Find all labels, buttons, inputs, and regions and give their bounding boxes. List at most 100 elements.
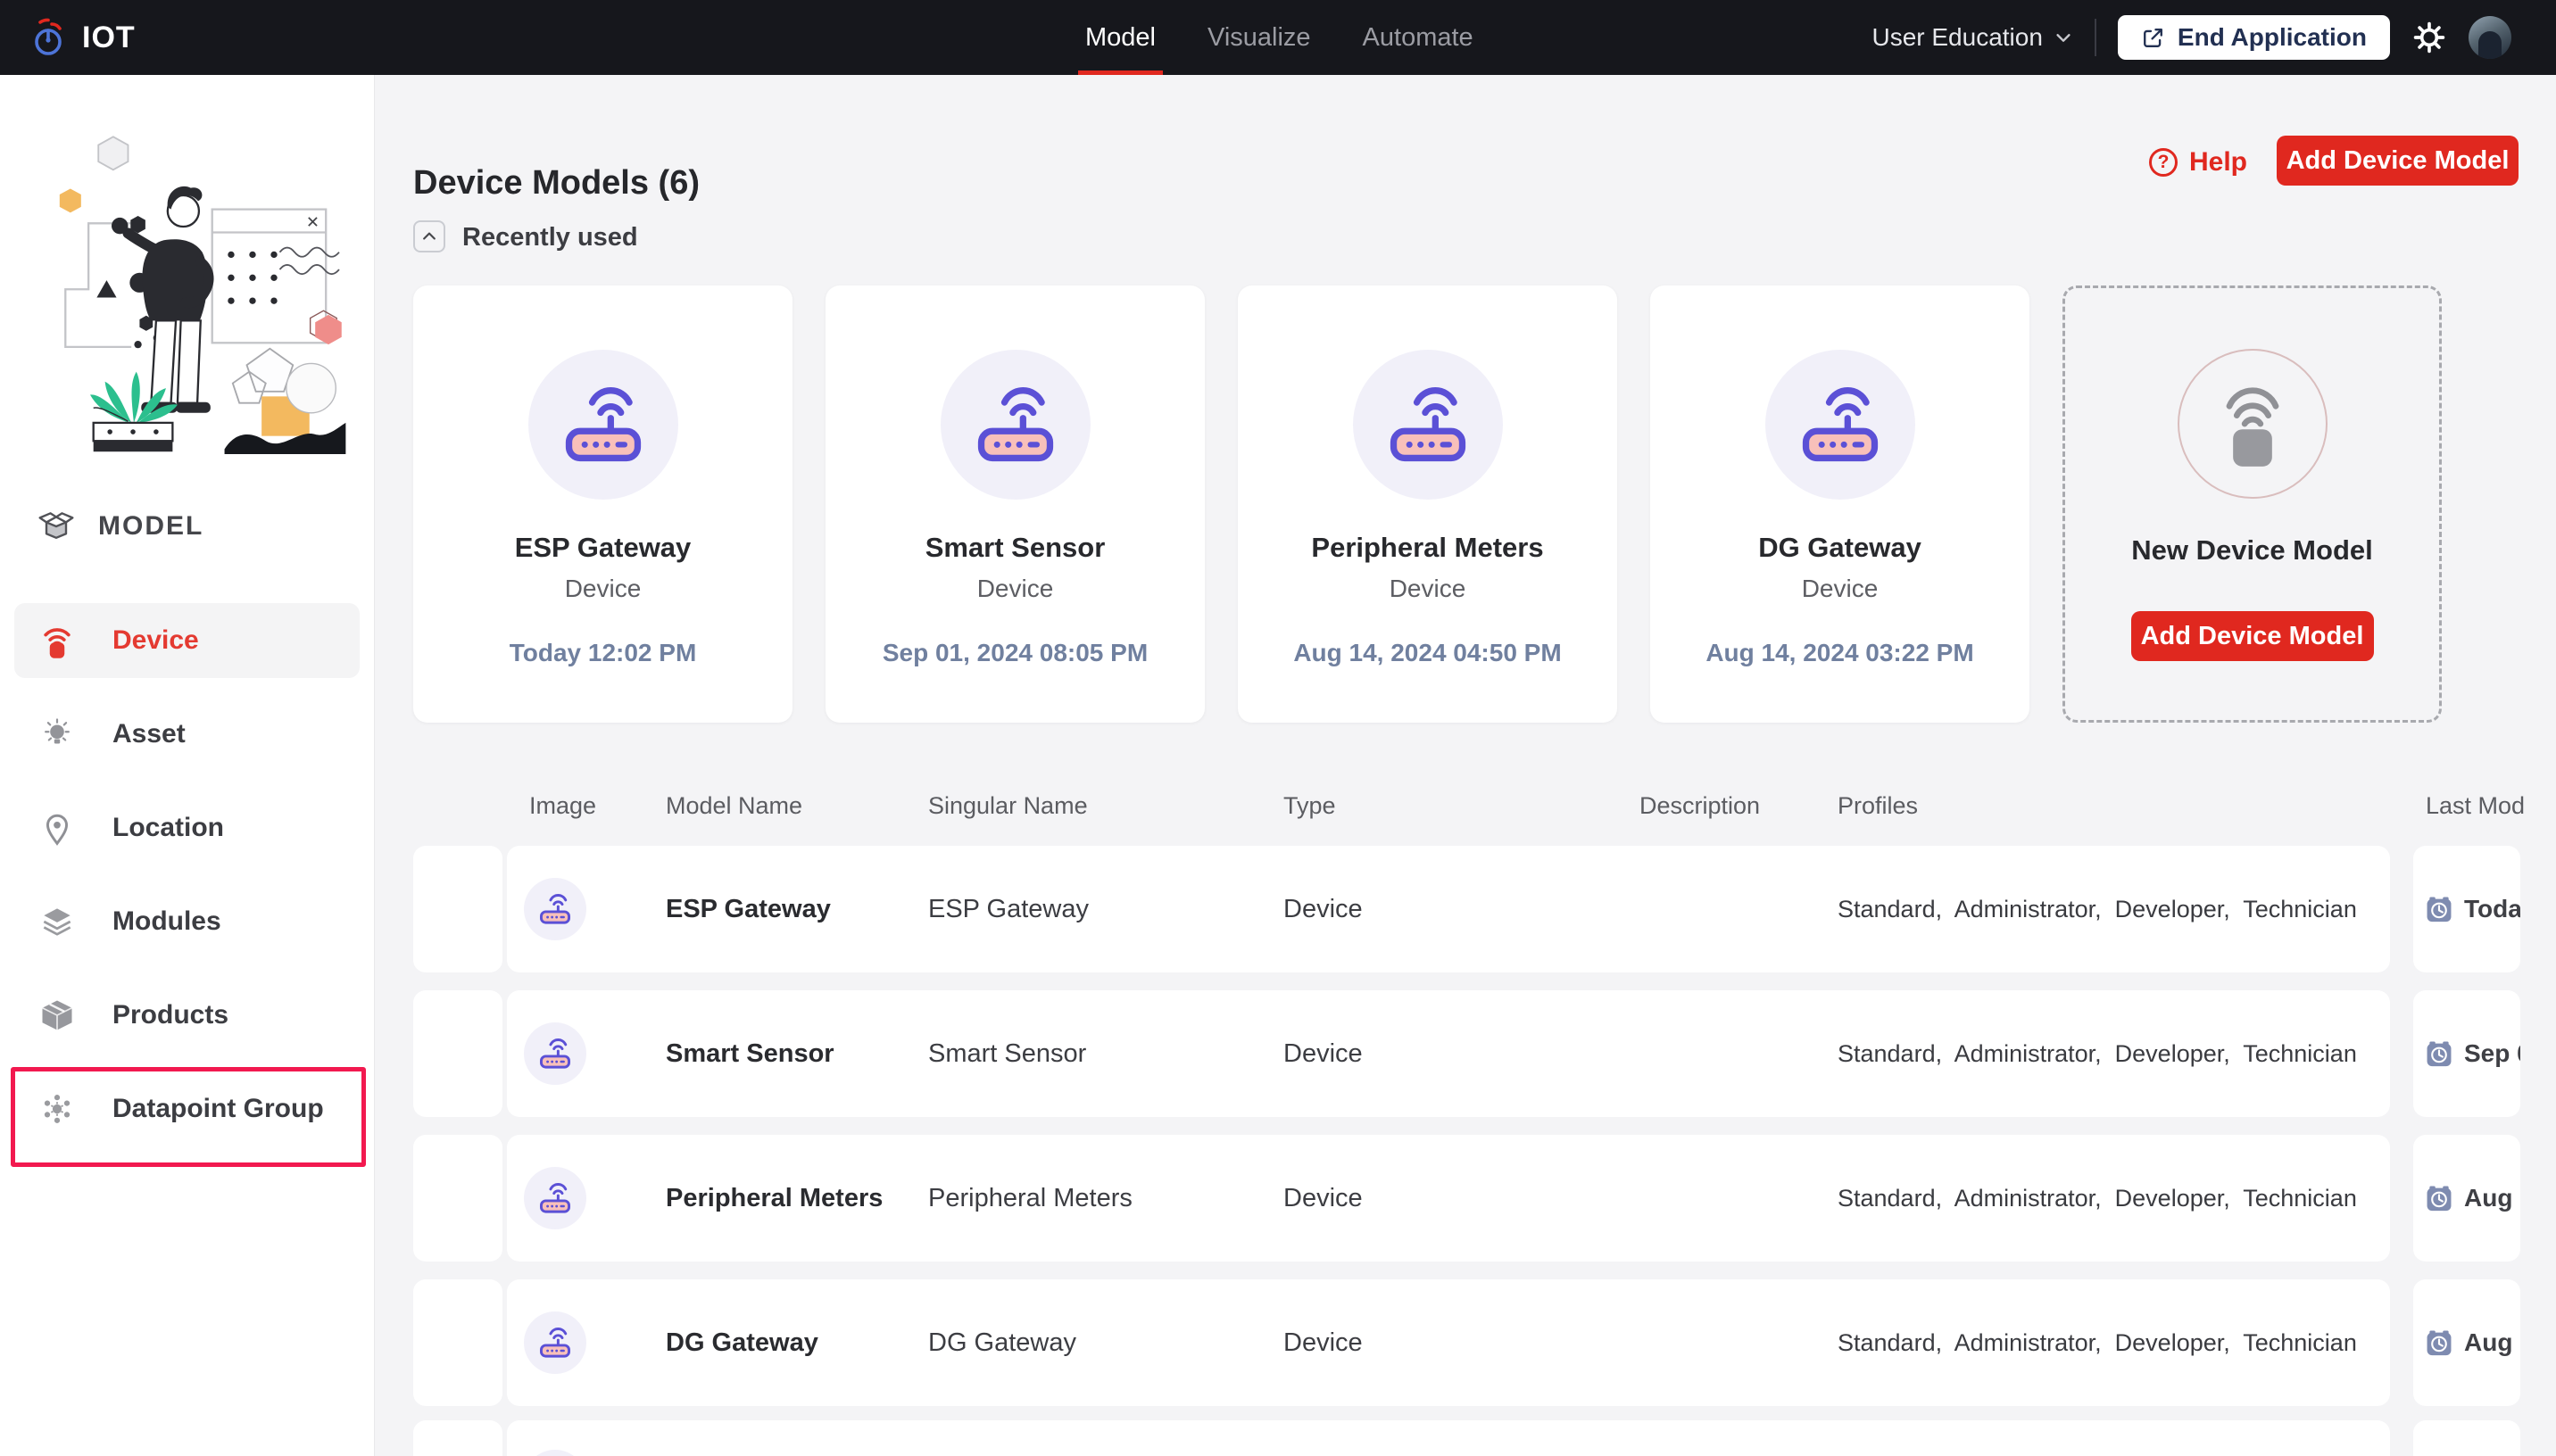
device-model-image: [524, 1311, 586, 1374]
iot-logo-icon: [29, 16, 71, 59]
card-model-type: Device: [564, 575, 642, 602]
sidebar-item-device[interactable]: Device: [14, 603, 360, 678]
cell-singular-name: ESP Gateway: [928, 894, 1090, 923]
chevron-down-icon: [2054, 28, 2073, 47]
card-model-name: ESP Gateway: [514, 532, 692, 563]
card-last-used: Aug 14, 2024 03:22 PM: [1705, 639, 1974, 666]
sidebar-item-modules[interactable]: Modules: [14, 884, 360, 959]
help-label: Help: [2189, 147, 2248, 177]
portal-label: User Education: [1871, 23, 2043, 51]
cell-last-modified: Sep 01, 2024 08:05 PM: [2464, 1039, 2520, 1067]
sidebar-item-location[interactable]: Location: [14, 790, 360, 865]
sidebar-item-asset[interactable]: Asset: [14, 697, 360, 772]
sidebar-item-label: Device: [112, 625, 199, 655]
device-model-image: [524, 1167, 586, 1229]
router-icon: [536, 1324, 574, 1361]
router-icon: [536, 1179, 574, 1217]
table-row[interactable]: ESP Gateway ESP Gateway Device Standard,…: [413, 846, 2556, 972]
topbar: IOT Model Visualize Automate User Educat…: [0, 0, 2556, 75]
help-button[interactable]: ? Help: [2144, 146, 2253, 178]
app-title: IOT: [82, 20, 136, 54]
cell-last-modified: Aug 14, 2024 04:50 PM: [2464, 1184, 2520, 1212]
row-last-modified: Aug 14, 2024 04:50 PM: [2413, 1135, 2520, 1262]
card-last-used: Sep 01, 2024 08:05 PM: [882, 639, 1149, 666]
end-application-button[interactable]: End Application: [2117, 15, 2390, 60]
cell-last-modified: Today 12:02 PM: [2464, 895, 2520, 922]
table-row[interactable]: Smart Sensor Smart Sensor Device Standar…: [413, 990, 2556, 1117]
column-header-singular-name: Singular Name: [928, 792, 1088, 819]
row-left-cap: [413, 1279, 502, 1406]
add-device-model-card-button[interactable]: Add Device Model: [2130, 611, 2374, 661]
device-model-card[interactable]: DG Gateway Device Aug 14, 2024 03:22 PM: [1650, 285, 2029, 723]
row-last-modified: Today 12:02 PM: [2413, 846, 2520, 972]
sidebar-item-label: Datapoint Group: [112, 1094, 324, 1123]
end-application-label: End Application: [2177, 23, 2367, 51]
recently-used-collapse-button[interactable]: [413, 220, 445, 252]
cell-last-modified: Aug 14, 2024 03:22 PM: [2464, 1328, 2520, 1356]
app-logo[interactable]: IOT: [29, 0, 136, 75]
settings-button[interactable]: [2411, 20, 2447, 55]
column-header-last-modified: Last Mod: [2426, 792, 2526, 819]
device-model-card[interactable]: Smart Sensor Device Sep 01, 2024 08:05 P…: [826, 285, 1205, 723]
tab-visualize[interactable]: Visualize: [1207, 0, 1311, 75]
add-device-model-button[interactable]: Add Device Model: [2277, 136, 2519, 186]
sidebar: MODEL Device Asset Location Modules Prod…: [0, 75, 375, 1456]
router-icon: [536, 1035, 574, 1072]
tab-automate[interactable]: Automate: [1363, 0, 1473, 75]
table-row-partial[interactable]: [413, 1420, 2556, 1456]
device-model-image: [527, 350, 678, 500]
hub-icon: [37, 1089, 77, 1129]
cell-model-name: ESP Gateway: [666, 894, 831, 923]
wifi-device-icon: [2206, 377, 2299, 470]
device-icon: [37, 621, 77, 660]
table-row[interactable]: DG Gateway DG Gateway Device Standard, A…: [413, 1279, 2556, 1406]
device-model-card[interactable]: ESP Gateway Device Today 12:02 PM: [413, 285, 793, 723]
sidebar-item-products[interactable]: Products: [14, 978, 360, 1053]
cell-type: Device: [1283, 894, 1363, 923]
cell-type: Device: [1283, 1328, 1363, 1357]
column-header-model-name: Model Name: [666, 792, 803, 819]
sidebar-item-datapoint-group[interactable]: Datapoint Group: [14, 1071, 360, 1146]
column-header-description: Description: [1639, 792, 1761, 819]
new-device-model-card[interactable]: New Device Model Add Device Model: [2062, 285, 2442, 723]
sidebar-item-label: Asset: [112, 719, 186, 749]
sidebar-section-model: MODEL: [34, 507, 203, 546]
row-last-modified: Sep 01, 2024 08:05 PM: [2413, 990, 2520, 1117]
card-model-name: Smart Sensor: [925, 532, 1106, 563]
sidebar-item-label: Modules: [112, 906, 221, 936]
portal-dropdown[interactable]: User Education: [1871, 23, 2072, 52]
location-pin-icon: [37, 808, 77, 848]
row-left-cap: [413, 990, 502, 1117]
new-card-title: New Device Model: [2131, 534, 2373, 566]
external-link-icon: [2141, 26, 2165, 50]
user-avatar[interactable]: [2469, 16, 2511, 59]
table-row[interactable]: Peripheral Meters Peripheral Meters Devi…: [413, 1135, 2556, 1262]
row-body: [507, 1420, 2390, 1456]
layers-icon: [37, 902, 77, 941]
router-icon: [557, 378, 650, 471]
cell-model-name: Peripheral Meters: [666, 1183, 884, 1212]
router-icon: [1794, 378, 1887, 471]
clock-icon: [2424, 1328, 2454, 1358]
sidebar-section-label: MODEL: [98, 511, 204, 541]
clock-icon: [2424, 1183, 2454, 1213]
row-last-modified: [2413, 1420, 2520, 1456]
card-last-used: Aug 14, 2024 04:50 PM: [1293, 639, 1562, 666]
cell-profiles: Standard, Administrator, Developer, Tech…: [1838, 1184, 2357, 1212]
row-body: DG Gateway DG Gateway Device Standard, A…: [507, 1279, 2390, 1406]
router-icon: [1382, 378, 1474, 471]
row-left-cap: [413, 846, 502, 972]
tab-model[interactable]: Model: [1078, 0, 1163, 75]
cell-profiles: Standard, Administrator, Developer, Tech…: [1838, 1039, 2357, 1067]
main-content: Device Models (6) ? Help Add Device Mode…: [375, 75, 2556, 1456]
sidebar-item-label: Products: [112, 1000, 229, 1030]
column-header-profiles: Profiles: [1838, 792, 1919, 819]
recently-used-cards: ESP Gateway Device Today 12:02 PM Smart …: [413, 285, 2442, 723]
device-model-card[interactable]: Peripheral Meters Device Aug 14, 2024 04…: [1238, 285, 1617, 723]
row-body: Peripheral Meters Peripheral Meters Devi…: [507, 1135, 2390, 1262]
device-model-image: [1764, 350, 1915, 500]
router-icon: [969, 378, 1062, 471]
primary-nav: Model Visualize Automate: [1078, 0, 1473, 75]
row-left-cap: [413, 1420, 502, 1456]
card-model-type: Device: [1801, 575, 1879, 602]
